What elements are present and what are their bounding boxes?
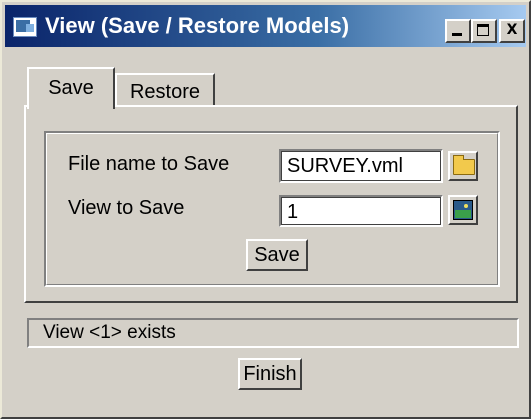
dialog-window: View (Save / Restore Models) X Save Rest…: [0, 0, 531, 419]
finish-button[interactable]: Finish: [238, 358, 302, 390]
file-name-label: File name to Save: [68, 153, 230, 175]
save-button[interactable]: Save: [246, 239, 308, 271]
save-group-box: File name to Save SURVEY.vml View to Sav…: [44, 131, 500, 287]
save-panel: File name to Save SURVEY.vml View to Sav…: [24, 105, 518, 303]
file-name-input[interactable]: SURVEY.vml: [279, 149, 443, 183]
close-button[interactable]: X: [499, 19, 525, 43]
minimize-icon: [452, 33, 462, 36]
status-message: View <1> exists: [27, 318, 519, 348]
view-input[interactable]: 1: [279, 195, 443, 227]
maximize-icon: [477, 24, 489, 36]
maximize-button[interactable]: [471, 19, 497, 43]
folder-icon: [453, 155, 475, 175]
view-to-save-label: View to Save: [68, 197, 185, 219]
minimize-button[interactable]: [445, 19, 471, 43]
pick-view-button[interactable]: [448, 195, 478, 225]
tab-save[interactable]: Save: [27, 67, 115, 109]
app-icon: [13, 17, 37, 37]
window-title: View (Save / Restore Models): [45, 13, 350, 38]
title-bar[interactable]: View (Save / Restore Models) X: [5, 5, 526, 47]
tab-restore[interactable]: Restore: [115, 73, 215, 107]
view-picture-icon: [453, 200, 473, 220]
browse-file-button[interactable]: [448, 151, 478, 181]
